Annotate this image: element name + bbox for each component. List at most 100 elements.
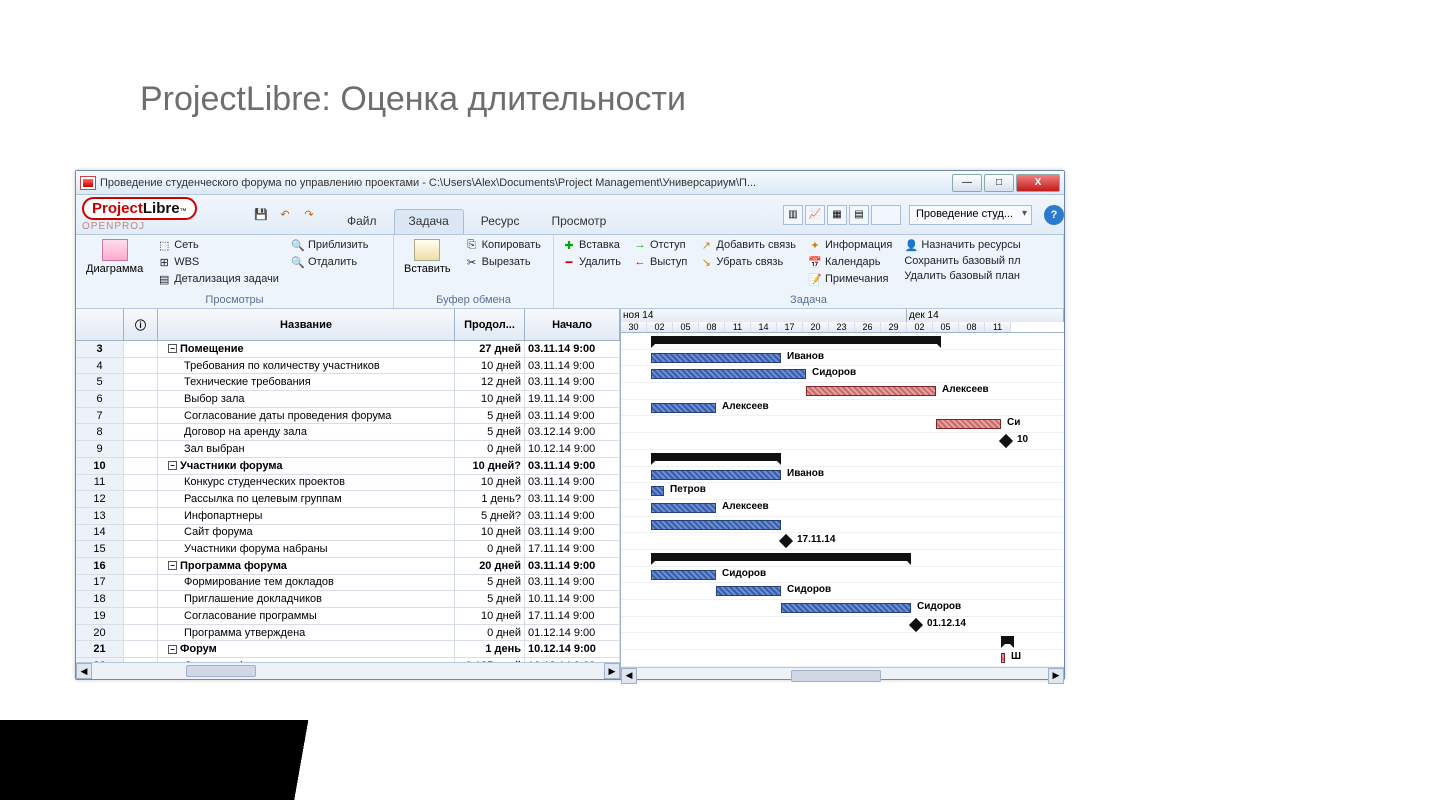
- table-row[interactable]: 17Формирование тем докладов5 дней03.11.1…: [76, 575, 620, 592]
- maximize-button[interactable]: □: [984, 174, 1014, 192]
- dellink-cmd[interactable]: ↘Убрать связь: [697, 254, 798, 270]
- tab-task[interactable]: Задача: [394, 209, 464, 234]
- task-duration[interactable]: 5 дней: [455, 575, 525, 591]
- task-name[interactable]: Зал выбран: [158, 441, 455, 457]
- task-duration[interactable]: 5 дней: [455, 424, 525, 440]
- table-row[interactable]: 5Технические требования12 дней03.11.14 9…: [76, 374, 620, 391]
- milestone-icon[interactable]: [999, 434, 1013, 448]
- task-start[interactable]: 17.11.14 9:00: [525, 608, 620, 624]
- indent-cmd[interactable]: →Отступ: [631, 237, 689, 253]
- assign-cmd[interactable]: 👤Назначить ресурсы: [902, 237, 1022, 253]
- task-start[interactable]: 03.11.14 9:00: [525, 408, 620, 424]
- table-row[interactable]: 19Согласование программы10 дней17.11.14 …: [76, 608, 620, 625]
- task-start[interactable]: 10.12.14 9:00: [525, 641, 620, 657]
- row-number[interactable]: 19: [76, 608, 124, 624]
- row-number[interactable]: 7: [76, 408, 124, 424]
- table-row[interactable]: 6Выбор зала10 дней19.11.14 9:00: [76, 391, 620, 408]
- task-start[interactable]: 03.11.14 9:00: [525, 558, 620, 574]
- insert-cmd[interactable]: ✚Вставка: [560, 237, 623, 253]
- task-duration[interactable]: 20 дней: [455, 558, 525, 574]
- view-icon-3[interactable]: ▦: [827, 205, 847, 225]
- task-bar[interactable]: [781, 603, 911, 613]
- task-bar[interactable]: [651, 353, 781, 363]
- paste-button[interactable]: Вставить: [400, 237, 455, 293]
- task-start[interactable]: 19.11.14 9:00: [525, 391, 620, 407]
- delbase-cmd[interactable]: Удалить базовый план: [902, 269, 1022, 283]
- task-start[interactable]: 03.11.14 9:00: [525, 491, 620, 507]
- diagram-button[interactable]: Диаграмма: [82, 237, 147, 293]
- task-name[interactable]: Конкурс студенческих проектов: [158, 475, 455, 491]
- tab-file[interactable]: Файл: [332, 209, 392, 234]
- tab-view[interactable]: Просмотр: [536, 209, 621, 234]
- outline-toggle-icon[interactable]: −: [168, 561, 177, 570]
- task-name[interactable]: −Программа форума: [158, 558, 455, 574]
- task-name[interactable]: Рассылка по целевым группам: [158, 491, 455, 507]
- task-name[interactable]: Участники форума набраны: [158, 541, 455, 557]
- task-start[interactable]: 03.11.14 9:00: [525, 458, 620, 474]
- task-start[interactable]: 03.11.14 9:00: [525, 475, 620, 491]
- task-duration[interactable]: 1 день: [455, 641, 525, 657]
- task-name[interactable]: Договор на аренду зала: [158, 424, 455, 440]
- undo-icon[interactable]: ↶: [276, 206, 294, 224]
- table-row[interactable]: 3−Помещение27 дней03.11.14 9:00: [76, 341, 620, 358]
- minimize-button[interactable]: —: [952, 174, 982, 192]
- row-number[interactable]: 21: [76, 641, 124, 657]
- task-name[interactable]: −Участники форума: [158, 458, 455, 474]
- task-duration[interactable]: 0 дней: [455, 541, 525, 557]
- table-row[interactable]: 13Инфопартнеры5 дней?03.11.14 9:00: [76, 508, 620, 525]
- outline-toggle-icon[interactable]: −: [168, 461, 177, 470]
- redo-icon[interactable]: ↷: [300, 206, 318, 224]
- summary-bar[interactable]: [1001, 636, 1014, 644]
- col-duration[interactable]: Продол...: [455, 309, 525, 340]
- table-row[interactable]: 12Рассылка по целевым группам1 день?03.1…: [76, 491, 620, 508]
- task-name[interactable]: Приглашение докладчиков: [158, 591, 455, 607]
- addlink-cmd[interactable]: ↗Добавить связь: [697, 237, 798, 253]
- row-number[interactable]: 14: [76, 525, 124, 541]
- task-start[interactable]: 01.12.14 9:00: [525, 625, 620, 641]
- task-start[interactable]: 17.11.14 9:00: [525, 541, 620, 557]
- summary-bar[interactable]: [651, 336, 941, 344]
- col-start[interactable]: Начало: [525, 309, 620, 340]
- row-number[interactable]: 18: [76, 591, 124, 607]
- row-number[interactable]: 15: [76, 541, 124, 557]
- task-duration[interactable]: 0 дней: [455, 441, 525, 457]
- col-indicator[interactable]: ⓘ: [124, 309, 158, 340]
- task-duration[interactable]: 10 дней: [455, 391, 525, 407]
- calendar-cmd[interactable]: 📅Календарь: [806, 254, 894, 270]
- task-name[interactable]: Согласование даты проведения форума: [158, 408, 455, 424]
- table-row[interactable]: 16 −Программа форума20 дней03.11.14 9:00: [76, 558, 620, 575]
- col-number[interactable]: [76, 309, 124, 340]
- task-name[interactable]: Технические требования: [158, 374, 455, 390]
- outline-toggle-icon[interactable]: −: [168, 344, 177, 353]
- summary-bar[interactable]: [651, 553, 911, 561]
- info-cmd[interactable]: ✦Информация: [806, 237, 894, 253]
- table-row[interactable]: 21−Форум1 день10.12.14 9:00: [76, 641, 620, 658]
- grid-hscroll[interactable]: ◀ ▶: [76, 662, 620, 679]
- row-number[interactable]: 3: [76, 341, 124, 357]
- task-bar[interactable]: [806, 386, 936, 396]
- row-number[interactable]: 8: [76, 424, 124, 440]
- outdent-cmd[interactable]: ←Выступ: [631, 254, 689, 270]
- row-number[interactable]: 20: [76, 625, 124, 641]
- savebase-cmd[interactable]: Сохранить базовый пл: [902, 254, 1022, 268]
- table-row[interactable]: 15 Участники форума набраны0 дней17.11.14…: [76, 541, 620, 558]
- task-start[interactable]: 03.11.14 9:00: [525, 341, 620, 357]
- task-bar[interactable]: [651, 520, 781, 530]
- view-icon-4[interactable]: ▤: [849, 205, 869, 225]
- help-icon[interactable]: ?: [1044, 205, 1064, 225]
- task-name[interactable]: Программа утверждена: [158, 625, 455, 641]
- row-number[interactable]: 5: [76, 374, 124, 390]
- row-number[interactable]: 4: [76, 358, 124, 374]
- task-duration[interactable]: 12 дней: [455, 374, 525, 390]
- tab-resource[interactable]: Ресурс: [466, 209, 535, 234]
- task-start[interactable]: 10.12.14 9:00: [525, 441, 620, 457]
- copy-cmd[interactable]: ⎘Копировать: [463, 237, 543, 253]
- table-row[interactable]: 14Сайт форума10 дней03.11.14 9:00: [76, 525, 620, 542]
- table-row[interactable]: 20Программа утверждена0 дней01.12.14 9:0…: [76, 625, 620, 642]
- delete-cmd[interactable]: ━Удалить: [560, 254, 623, 270]
- table-row[interactable]: 11Конкурс студенческих проектов10 дней03…: [76, 475, 620, 492]
- row-number[interactable]: 16: [76, 558, 124, 574]
- table-row[interactable]: 7Согласование даты проведения форума5 дн…: [76, 408, 620, 425]
- task-duration[interactable]: 10 дней: [455, 475, 525, 491]
- col-name[interactable]: Название: [158, 309, 455, 340]
